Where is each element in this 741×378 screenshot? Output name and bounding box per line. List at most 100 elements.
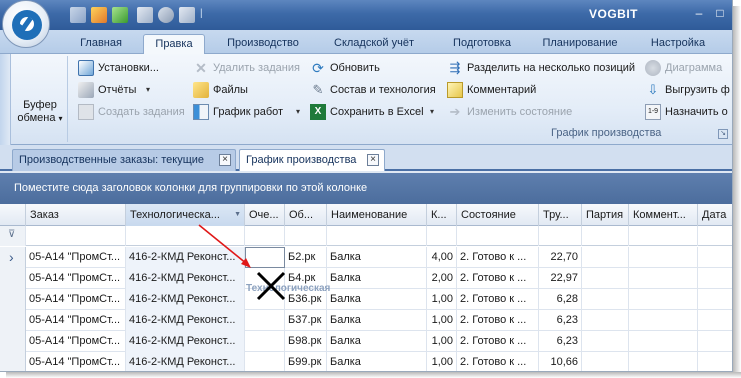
filter-cell[interactable]	[698, 226, 732, 246]
row-indicator[interactable]	[0, 289, 26, 310]
cell-object[interactable]: Б37.рк	[285, 310, 327, 331]
cell-date[interactable]	[698, 310, 732, 331]
cell-state[interactable]: 2. Готово к ...	[457, 310, 539, 331]
cell-quantity[interactable]: 2,00	[427, 268, 457, 289]
cell-object[interactable]: Б98.рк	[285, 331, 327, 352]
cell-date[interactable]	[698, 331, 732, 352]
cell-labor[interactable]: 6,28	[539, 289, 582, 310]
column-header-order[interactable]: Заказ	[26, 204, 126, 226]
filter-cell[interactable]	[582, 226, 629, 246]
qat-page-icon[interactable]	[137, 7, 153, 23]
tab-warehouse[interactable]: Складской учёт	[322, 34, 426, 54]
cell-order[interactable]: 05-А14 "ПромСт...	[26, 331, 126, 352]
column-header-state[interactable]: Состояние	[457, 204, 539, 226]
maximize-button[interactable]: □	[711, 5, 729, 22]
save-excel-button[interactable]: X Сохранить в Excel ▾	[310, 103, 440, 121]
filter-cell[interactable]	[26, 226, 126, 246]
cell-batch[interactable]	[582, 289, 629, 310]
table-row[interactable]: 05-А14 "ПромСт... 416-2-КМД Реконст... Б99…	[0, 352, 732, 371]
column-header-quantity[interactable]: К...	[427, 204, 457, 226]
qat-exit-icon[interactable]	[112, 7, 128, 23]
cell-batch[interactable]	[582, 310, 629, 331]
column-header-date[interactable]: Дата	[698, 204, 732, 226]
cell-batch[interactable]	[582, 352, 629, 371]
doc-tab-schedule[interactable]: График производства ×	[239, 149, 385, 171]
cell-labor[interactable]: 10,66	[539, 352, 582, 371]
column-header-batch[interactable]: Партия	[582, 204, 629, 226]
cell-comment[interactable]	[629, 352, 698, 371]
cell-quantity[interactable]: 1,00	[427, 352, 457, 371]
group-launcher-icon[interactable]: ↘	[718, 129, 728, 139]
reports-button[interactable]: Отчёты ▾	[78, 81, 158, 99]
tab-planning[interactable]: Планирование	[535, 34, 625, 54]
cell-queue[interactable]	[245, 310, 285, 331]
tab-settings[interactable]: Настройка	[643, 34, 713, 54]
cell-order[interactable]: 05-А14 "ПромСт...	[26, 247, 126, 268]
qat-doc-icon[interactable]	[179, 7, 195, 23]
cell-order[interactable]: 05-А14 "ПромСт...	[26, 268, 126, 289]
filter-row-icon-cell[interactable]: ⊽	[0, 226, 26, 246]
filter-cell[interactable]	[539, 226, 582, 246]
filter-cell[interactable]	[457, 226, 539, 246]
cell-name[interactable]: Балка	[327, 289, 427, 310]
column-header-comment[interactable]: Коммент...	[629, 204, 698, 226]
column-header-labor[interactable]: Тру...	[539, 204, 582, 226]
cell-object[interactable]: Б2.рк	[285, 247, 327, 268]
tab-production[interactable]: Производство	[218, 34, 308, 54]
cell-name[interactable]: Балка	[327, 331, 427, 352]
filter-cell[interactable]	[629, 226, 698, 246]
cell-state[interactable]: 2. Готово к ...	[457, 352, 539, 371]
cell-quantity[interactable]: 4,00	[427, 247, 457, 268]
cell-labor[interactable]: 22,70	[539, 247, 582, 268]
cell-date[interactable]	[698, 247, 732, 268]
cell-technology[interactable]: 416-2-КМД Реконст...	[126, 352, 245, 371]
cell-name[interactable]: Балка	[327, 352, 427, 371]
clipboard-button[interactable]: Буфер обмена ▾	[12, 56, 68, 142]
cell-name[interactable]: Балка	[327, 268, 427, 289]
tab-preparation[interactable]: Подготовка	[440, 34, 524, 54]
row-indicator[interactable]	[0, 310, 26, 331]
cell-technology[interactable]: 416-2-КМД Реконст...	[126, 331, 245, 352]
row-indicator[interactable]	[0, 352, 26, 371]
cell-queue[interactable]	[245, 352, 285, 371]
cell-batch[interactable]	[582, 331, 629, 352]
table-row[interactable]: 05-А14 "ПромСт... 416-2-КМД Реконст... Б36…	[0, 289, 732, 310]
cell-labor[interactable]: 6,23	[539, 310, 582, 331]
close-icon[interactable]: ×	[219, 154, 231, 166]
tab-home[interactable]: Главная	[70, 34, 132, 54]
minimize-button[interactable]: –	[690, 5, 708, 22]
column-header-name[interactable]: Наименование	[327, 204, 427, 226]
work-schedule-button[interactable]: График работ ▾	[193, 103, 303, 121]
table-row[interactable]: 05-А14 "ПромСт... 416-2-КМД Реконст... Б98…	[0, 331, 732, 352]
row-indicator[interactable]	[0, 331, 26, 352]
cell-date[interactable]	[698, 352, 732, 371]
cell-labor[interactable]: 22,97	[539, 268, 582, 289]
cell-order[interactable]: 05-А14 "ПромСт...	[26, 310, 126, 331]
cell-comment[interactable]	[629, 268, 698, 289]
column-header-object[interactable]: Об...	[285, 204, 327, 226]
cell-quantity[interactable]: 1,00	[427, 310, 457, 331]
cell-batch[interactable]	[582, 268, 629, 289]
qat-tools-icon[interactable]	[70, 7, 86, 23]
cell-technology[interactable]: 416-2-КМД Реконст...	[126, 289, 245, 310]
cell-state[interactable]: 2. Готово к ...	[457, 247, 539, 268]
table-row[interactable]: 05-А14 "ПромСт... 416-2-КМД Реконст... Б37…	[0, 310, 732, 331]
qat-gear-icon[interactable]	[158, 7, 174, 23]
cell-state[interactable]: 2. Готово к ...	[457, 268, 539, 289]
cell-state[interactable]: 2. Готово к ...	[457, 289, 539, 310]
cell-queue[interactable]	[245, 331, 285, 352]
tab-edit[interactable]: Правка	[143, 34, 205, 54]
row-indicator[interactable]: ›	[0, 247, 26, 268]
cell-quantity[interactable]: 1,00	[427, 289, 457, 310]
cell-object[interactable]: Б99.рк	[285, 352, 327, 371]
cell-date[interactable]	[698, 268, 732, 289]
cell-name[interactable]: Балка	[327, 247, 427, 268]
group-by-panel[interactable]: Поместите сюда заголовок колонки для гру…	[0, 173, 732, 204]
cell-technology[interactable]: 416-2-КМД Реконст...	[126, 310, 245, 331]
doc-tab-orders[interactable]: Производственные заказы: текущие ×	[12, 149, 236, 171]
app-logo-icon[interactable]	[2, 0, 50, 48]
filter-cell[interactable]	[427, 226, 457, 246]
cell-date[interactable]	[698, 289, 732, 310]
table-row[interactable]: › 05-А14 "ПромСт... 416-2-КМД Реконст... Б2…	[0, 247, 732, 268]
cell-order[interactable]: 05-А14 "ПромСт...	[26, 352, 126, 371]
